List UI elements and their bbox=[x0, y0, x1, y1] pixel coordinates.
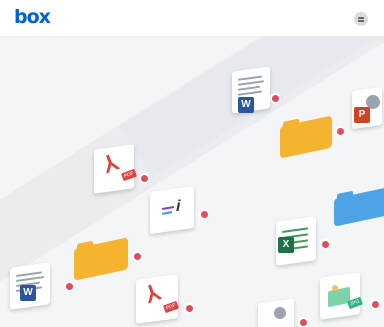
jpg-image-icon: JPG bbox=[318, 272, 384, 327]
pdf-icon: ⅄ PDF bbox=[132, 274, 202, 327]
excel-icon: X bbox=[266, 216, 336, 275]
hero-illustration: W P ⅄ PDF i X W ⅄ PDF JPG bbox=[0, 37, 384, 327]
status-dot bbox=[64, 281, 75, 292]
excel-badge: X bbox=[278, 237, 294, 253]
notes-glyph: i bbox=[176, 198, 181, 215]
status-dot bbox=[298, 317, 309, 327]
word-badge: W bbox=[238, 97, 254, 113]
word-doc-icon: W bbox=[6, 262, 75, 321]
powerpoint-icon bbox=[252, 298, 312, 327]
powerpoint-badge: P bbox=[354, 107, 370, 123]
word-badge: W bbox=[20, 285, 36, 301]
pdf-icon: ⅄ PDF bbox=[92, 144, 152, 199]
folder-icon bbox=[330, 187, 384, 227]
status-dot bbox=[184, 303, 195, 314]
powerpoint-icon: P bbox=[350, 86, 384, 133]
status-dot bbox=[370, 299, 381, 310]
top-bar: box bbox=[0, 0, 384, 37]
folder-icon bbox=[74, 235, 146, 283]
status-dot bbox=[132, 251, 143, 262]
menu-icon[interactable] bbox=[354, 12, 368, 26]
box-notes-icon: i bbox=[150, 185, 212, 239]
status-dot bbox=[320, 239, 331, 250]
status-dot bbox=[270, 93, 281, 104]
folder-icon bbox=[280, 113, 350, 163]
status-dot bbox=[139, 173, 150, 184]
status-dot bbox=[335, 126, 346, 137]
status-dot bbox=[199, 209, 210, 220]
word-doc-icon: W bbox=[230, 66, 281, 119]
box-logo[interactable]: box bbox=[14, 6, 51, 28]
